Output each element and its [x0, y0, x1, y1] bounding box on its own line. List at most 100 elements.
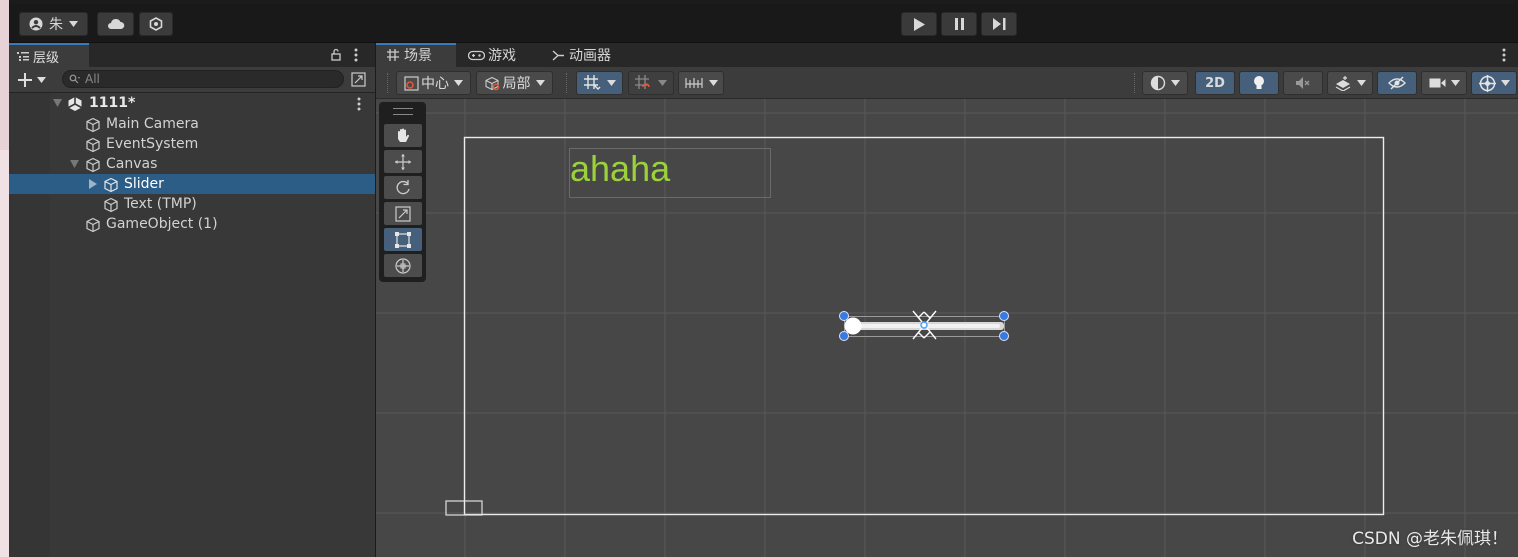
expand-arrow-icon[interactable]: [70, 160, 79, 168]
account-button[interactable]: 朱: [19, 12, 88, 36]
gameobject-icon: [86, 137, 100, 153]
gameobject-icon: [104, 177, 118, 193]
transform-tool-button[interactable]: [384, 254, 422, 277]
hierarchy-item-label: EventSystem: [106, 136, 199, 152]
collapse-arrow-icon[interactable]: [89, 179, 97, 189]
play-button[interactable]: [901, 12, 937, 36]
scale-icon: [395, 205, 411, 222]
chevron-down-icon: [1500, 80, 1510, 86]
gizmos-button[interactable]: [1471, 71, 1517, 95]
rotate-tool-button[interactable]: [384, 176, 422, 199]
chevron-down-icon: [1450, 80, 1460, 86]
tab-label: 动画器: [569, 48, 611, 64]
scene-visibility-toggle[interactable]: [1377, 71, 1417, 95]
scene-text-object[interactable]: ahaha: [570, 147, 670, 191]
chevron-down-icon: [658, 80, 667, 86]
plus-icon: [18, 73, 32, 87]
pause-button[interactable]: [941, 12, 977, 36]
draw-mode-button[interactable]: [1142, 71, 1188, 95]
hand-icon: [398, 128, 410, 142]
scene-tab-strip: 场景 游戏 动画器: [376, 43, 1518, 67]
space-toggle[interactable]: 局部: [476, 71, 553, 95]
more-icon[interactable]: [354, 48, 358, 62]
hierarchy-row-main-camera[interactable]: Main Camera: [9, 114, 375, 134]
move-icon: [395, 153, 411, 170]
scene-visibility-icon[interactable]: [351, 72, 366, 87]
ruler-snap-toggle[interactable]: [678, 71, 724, 95]
hierarchy-panel: 层级 All 1111* Main Camera EventSystem Can: [9, 43, 375, 557]
play-icon: [914, 17, 925, 31]
hierarchy-row-slider[interactable]: Slider: [9, 174, 375, 194]
hierarchy-row-event-system[interactable]: EventSystem: [9, 134, 375, 154]
hierarchy-search-input[interactable]: All: [62, 70, 344, 88]
step-icon: [992, 18, 1005, 30]
grid-snap-toggle[interactable]: [576, 71, 623, 95]
audio-mute-icon: [1296, 77, 1310, 89]
eye-hidden-icon: [1388, 76, 1406, 90]
increment-snap-toggle[interactable]: [628, 71, 674, 95]
chevron-down-icon: [454, 80, 463, 86]
desktop-background: [0, 0, 9, 557]
lock-icon[interactable]: [331, 48, 341, 61]
mode-2d-label: 2D: [1205, 75, 1225, 91]
scene-toolbar: 中心 局部 2D: [376, 67, 1518, 99]
rect-transform-icon: [395, 231, 411, 248]
camera-settings-button[interactable]: [1421, 71, 1467, 95]
effects-toggle[interactable]: [1327, 71, 1373, 95]
tab-game[interactable]: 游戏: [468, 43, 516, 67]
rect-tool-button[interactable]: [384, 228, 422, 251]
gameobject-icon: [86, 117, 100, 133]
move-tool-button[interactable]: [384, 150, 422, 173]
chevron-down-icon: [37, 77, 46, 83]
expand-arrow-icon[interactable]: [53, 99, 62, 107]
main-toolbar: 朱: [9, 4, 1518, 43]
user-icon: [29, 17, 43, 31]
cloud-button[interactable]: [97, 12, 134, 36]
scene-viewport[interactable]: ahaha CSDN @老朱佩琪！: [376, 99, 1518, 557]
collab-button[interactable]: [139, 12, 173, 36]
palette-grip[interactable]: [393, 108, 413, 115]
toolbar-grip: [387, 73, 390, 93]
hierarchy-row-canvas[interactable]: Canvas: [9, 154, 375, 174]
hexagon-icon: [149, 17, 163, 31]
tab-scene[interactable]: 场景: [387, 43, 432, 67]
gameobject-icon: [86, 217, 100, 233]
cloud-icon: [107, 18, 124, 29]
search-icon: [69, 74, 80, 84]
mode-2d-toggle[interactable]: 2D: [1195, 71, 1235, 95]
hand-tool-button[interactable]: [384, 124, 422, 147]
hierarchy-item-label: Slider: [124, 176, 164, 192]
step-button[interactable]: [981, 12, 1017, 36]
scene-canvas[interactable]: [376, 99, 1518, 557]
shading-mode-icon: [1150, 75, 1166, 91]
chevron-down-icon: [606, 80, 616, 86]
chevron-down-icon: [69, 21, 78, 27]
tab-animator[interactable]: 动画器: [552, 43, 611, 67]
scene-panel: 场景 游戏 动画器 中心 局部 2D ahaha CSDN @老朱佩琪！: [376, 43, 1518, 557]
pivot-toggle[interactable]: 中心: [396, 71, 471, 95]
scene-name: 1111*: [89, 95, 136, 111]
tool-palette: [379, 102, 426, 282]
pivot-icon: [404, 75, 419, 91]
list-icon: [17, 52, 29, 61]
effects-layers-icon: [1335, 75, 1350, 91]
scale-tool-button[interactable]: [384, 202, 422, 225]
more-icon[interactable]: [357, 97, 361, 111]
unity-scene-icon: [68, 97, 82, 111]
audio-toggle[interactable]: [1283, 71, 1323, 95]
chevron-down-icon: [1356, 80, 1366, 86]
create-button[interactable]: [17, 71, 51, 89]
hierarchy-item-label: Canvas: [106, 156, 158, 172]
snap-increment-icon: [635, 75, 650, 89]
pause-icon: [954, 18, 964, 30]
scene-root-row[interactable]: 1111*: [9, 93, 375, 113]
hierarchy-row-text-tmp[interactable]: Text (TMP): [9, 194, 375, 214]
hierarchy-row-gameobject-1[interactable]: GameObject (1): [9, 214, 375, 234]
tab-hierarchy[interactable]: 层级: [9, 43, 89, 67]
hierarchy-tab-strip: 层级: [9, 43, 375, 67]
animator-icon: [552, 49, 564, 61]
more-icon[interactable]: [1502, 48, 1506, 62]
lighting-toggle[interactable]: [1239, 71, 1279, 95]
light-bulb-icon: [1254, 76, 1264, 89]
tab-label: 游戏: [488, 48, 516, 64]
